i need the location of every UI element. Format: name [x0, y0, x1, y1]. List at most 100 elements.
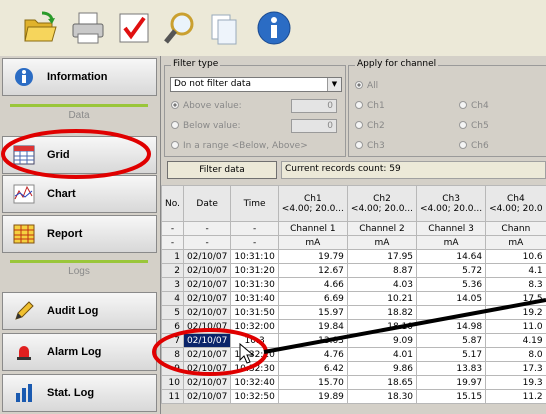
document-icon[interactable]	[206, 10, 242, 46]
ch4-cell[interactable]: 17.3	[485, 361, 546, 376]
date-cell[interactable]: 02/10/07	[182, 333, 232, 348]
col-header-date[interactable]: Date	[182, 185, 232, 222]
ch4-cell[interactable]: 10.6	[485, 249, 546, 264]
ch3-cell[interactable]: 5.17	[416, 347, 487, 362]
filter-data-button[interactable]: Filter data	[167, 161, 277, 179]
date-cell[interactable]: 02/10/07	[182, 361, 232, 376]
ch4-cell[interactable]: 4.1	[485, 263, 546, 278]
time-cell[interactable]: 10:31:30	[230, 277, 279, 292]
sidebar-item-audit-log[interactable]: Audit Log	[2, 292, 157, 330]
time-cell[interactable]: 10:31:50	[230, 305, 279, 320]
ch1-cell[interactable]: 19.89	[277, 389, 348, 404]
channel-ch2-radio[interactable]: Ch2	[355, 121, 385, 131]
table-row[interactable]: 1 02/10/07 10:31:10 19.79 17.95 14.64 10.6	[161, 249, 546, 264]
row-number[interactable]: 5	[161, 305, 184, 320]
sidebar-item-chart[interactable]: Chart	[2, 175, 157, 213]
date-cell[interactable]: 02/10/07	[182, 375, 232, 390]
ch2-cell[interactable]: 4.01	[346, 347, 418, 362]
check-icon[interactable]	[116, 10, 152, 46]
ch1-cell[interactable]: 4.76	[277, 347, 348, 362]
range-radio[interactable]: In a range <Below, Above>	[171, 141, 308, 151]
ch4-cell[interactable]: 11.0	[485, 319, 546, 334]
table-row[interactable]: 3 02/10/07 10:31:30 4.66 4.03 5.36 8.3	[161, 277, 546, 292]
ch3-cell[interactable]: 15.15	[416, 389, 487, 404]
col-header-time[interactable]: Time	[230, 185, 279, 222]
col-header-no[interactable]: No.	[161, 185, 184, 222]
ch1-cell[interactable]: 12.67	[277, 263, 348, 278]
date-cell[interactable]: 02/10/07	[182, 319, 232, 334]
ch4-cell[interactable]: 8.0	[485, 347, 546, 362]
row-number[interactable]: 2	[161, 263, 184, 278]
date-cell[interactable]: 02/10/07	[182, 291, 232, 306]
above-value-radio[interactable]: Above value:	[171, 101, 242, 111]
ch3-cell[interactable]: 5.87	[416, 333, 487, 348]
print-icon[interactable]	[70, 10, 106, 46]
time-cell[interactable]: 10:32:50	[230, 389, 279, 404]
ch4-cell[interactable]: 17.5	[485, 291, 546, 306]
channel-ch1-radio[interactable]: Ch1	[355, 101, 385, 111]
date-cell[interactable]: 02/10/07	[182, 347, 232, 362]
table-row[interactable]: 11 02/10/07 10:32:50 19.89 18.30 15.15 11.2	[161, 389, 546, 404]
col-header-ch3[interactable]: Ch3 <4.00; 20.0...	[416, 185, 487, 222]
below-value-field[interactable]: 0	[291, 119, 337, 133]
ch3-cell[interactable]: 14.98	[416, 319, 487, 334]
sidebar-item-report[interactable]: Report	[2, 215, 157, 253]
ch3-cell[interactable]: 5.72	[416, 263, 487, 278]
row-number[interactable]: 11	[161, 389, 184, 404]
time-cell[interactable]: 10:32:20	[230, 347, 279, 362]
ch1-cell[interactable]: 6.42	[277, 361, 348, 376]
time-cell[interactable]: 10:31:20	[230, 263, 279, 278]
ch2-cell[interactable]: 8.87	[346, 263, 418, 278]
ch3-cell[interactable]: 19.97	[416, 375, 487, 390]
col-header-ch2[interactable]: Ch2 <4.00; 20.0...	[346, 185, 418, 222]
sidebar-item-information[interactable]: Information	[2, 58, 157, 96]
ch2-cell[interactable]: 18.30	[346, 389, 418, 404]
ch1-cell[interactable]: 15.97	[277, 305, 348, 320]
row-number[interactable]: 10	[161, 375, 184, 390]
time-cell[interactable]: 10:32:30	[230, 361, 279, 376]
time-cell[interactable]: 10:3	[230, 333, 279, 348]
table-row[interactable]: 8 02/10/07 10:32:20 4.76 4.01 5.17 8.0	[161, 347, 546, 362]
ch4-cell[interactable]: 11.2	[485, 389, 546, 404]
col-header-ch1[interactable]: Ch1 <4.00; 20.0...	[277, 185, 348, 222]
ch4-cell[interactable]: 8.3	[485, 277, 546, 292]
date-cell[interactable]: 02/10/07	[182, 277, 232, 292]
table-row[interactable]: 2 02/10/07 10:31:20 12.67 8.87 5.72 4.1	[161, 263, 546, 278]
ch4-cell[interactable]: 19.2	[485, 305, 546, 320]
below-value-radio[interactable]: Below value:	[171, 121, 241, 131]
ch3-cell[interactable]: 14.64	[416, 249, 487, 264]
sidebar-item-alarm-log[interactable]: Alarm Log	[2, 333, 157, 371]
row-number[interactable]: 3	[161, 277, 184, 292]
ch2-cell[interactable]: 4.03	[346, 277, 418, 292]
ch2-cell[interactable]: 10.21	[346, 291, 418, 306]
ch3-cell[interactable]: 14.05	[416, 291, 487, 306]
ch2-cell[interactable]: 9.09	[346, 333, 418, 348]
channel-ch3-radio[interactable]: Ch3	[355, 141, 385, 151]
ch3-cell[interactable]: 13.83	[416, 361, 487, 376]
ch2-cell[interactable]: 17.95	[346, 249, 418, 264]
date-cell[interactable]: 02/10/07	[182, 305, 232, 320]
ch4-cell[interactable]: 19.3	[485, 375, 546, 390]
channel-ch6-radio[interactable]: Ch6	[459, 141, 489, 151]
table-row[interactable]: 4 02/10/07 10:31:40 6.69 10.21 14.05 17.5	[161, 291, 546, 306]
ch3-cell[interactable]	[416, 305, 487, 320]
channel-all-radio[interactable]: All	[355, 81, 378, 91]
time-cell[interactable]: 10:31:40	[230, 291, 279, 306]
ch3-cell[interactable]: 5.36	[416, 277, 487, 292]
table-row[interactable]: 7 02/10/07 10:3 13.03 9.09 5.87 4.19	[161, 333, 546, 348]
sidebar-item-grid[interactable]: Grid	[2, 136, 157, 174]
ch2-cell[interactable]: 9.86	[346, 361, 418, 376]
row-number[interactable]: 7	[161, 333, 184, 348]
row-number[interactable]: 6	[161, 319, 184, 334]
open-folder-icon[interactable]	[22, 10, 58, 46]
ch1-cell[interactable]: 13.03	[277, 333, 348, 348]
filter-type-select[interactable]: Do not filter data ▼	[170, 77, 342, 92]
date-cell[interactable]: 02/10/07	[182, 263, 232, 278]
row-number[interactable]: 4	[161, 291, 184, 306]
row-number[interactable]: 1	[161, 249, 184, 264]
time-cell[interactable]: 10:32:00	[230, 319, 279, 334]
info-icon[interactable]	[256, 10, 292, 46]
channel-ch5-radio[interactable]: Ch5	[459, 121, 489, 131]
search-icon[interactable]	[162, 10, 198, 46]
above-value-field[interactable]: 0	[291, 99, 337, 113]
